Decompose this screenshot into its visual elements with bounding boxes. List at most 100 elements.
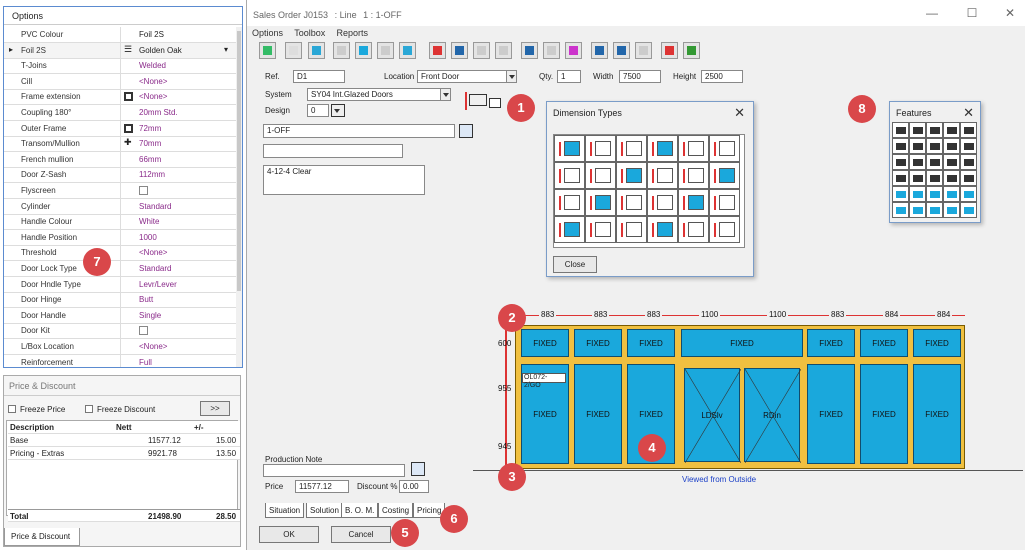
option-row[interactable]: Transom/Mullion ✚ 70mm	[4, 136, 236, 153]
feature-option[interactable]	[943, 202, 960, 218]
feature-option[interactable]	[926, 186, 943, 202]
toolbar-button-icon[interactable]	[683, 42, 700, 59]
dimension-type-option[interactable]	[647, 162, 678, 189]
qty-input[interactable]: 1	[557, 70, 581, 83]
dimension-type-option[interactable]	[616, 135, 647, 162]
feature-option[interactable]	[926, 138, 943, 154]
option-value[interactable]: 1000	[139, 233, 157, 242]
feature-option[interactable]	[909, 138, 926, 154]
option-value[interactable]: Welded	[139, 61, 166, 70]
feature-option[interactable]	[892, 122, 909, 138]
maximize-button[interactable]: ☐	[960, 6, 984, 22]
tab-situation[interactable]: Situation	[265, 503, 305, 518]
option-row[interactable]: Reinforcement Full	[4, 354, 236, 367]
option-value[interactable]: <None>	[139, 77, 167, 86]
height-input[interactable]: 2500	[701, 70, 743, 83]
feature-option[interactable]	[926, 122, 943, 138]
fixed-pane[interactable]: FIXED	[627, 329, 675, 357]
option-row[interactable]: Door Lock Type Standard	[4, 261, 236, 277]
tab-solution[interactable]: Solution	[306, 503, 343, 518]
feature-option[interactable]	[926, 170, 943, 186]
feature-option[interactable]	[892, 170, 909, 186]
option-value[interactable]: 72mm	[139, 124, 161, 133]
dimension-type-icon[interactable]	[461, 90, 503, 112]
feature-option[interactable]	[960, 138, 977, 154]
option-row[interactable]: Door Z-Sash 112mm	[4, 167, 236, 184]
dimension-type-option[interactable]	[678, 189, 709, 216]
option-value[interactable]: Butt	[139, 295, 153, 304]
option-row[interactable]: Handle Position 1000	[4, 229, 236, 246]
option-row[interactable]: Threshold <None>	[4, 245, 236, 262]
toolbar-button-icon[interactable]	[429, 42, 446, 59]
feature-option[interactable]	[960, 122, 977, 138]
dimension-type-option[interactable]	[554, 189, 585, 216]
door-left-pane[interactable]: LDSlv	[684, 368, 741, 463]
option-value[interactable]: Standard	[139, 202, 171, 211]
toolbar-button-icon[interactable]	[521, 42, 538, 59]
option-row[interactable]: Door Handle Single	[4, 307, 236, 324]
toolbar-button-icon[interactable]	[473, 42, 490, 59]
table-row[interactable]: Pricing - Extras 9921.78 13.50	[8, 447, 240, 460]
feature-option[interactable]	[960, 186, 977, 202]
option-value[interactable]: White	[139, 217, 159, 226]
price-input[interactable]: 11577.12	[295, 480, 349, 493]
option-value[interactable]: 112mm	[139, 170, 165, 179]
fixed-pane[interactable]: FIXED	[521, 329, 569, 357]
fixed-pane[interactable]: FIXED	[681, 329, 803, 357]
dimension-type-option[interactable]	[647, 135, 678, 162]
menu-options[interactable]: Options	[252, 28, 283, 38]
options-scrollbar[interactable]	[236, 27, 242, 367]
design-dropdown[interactable]	[331, 104, 345, 117]
feature-option[interactable]	[926, 202, 943, 218]
feature-option[interactable]	[909, 202, 926, 218]
production-note-input[interactable]	[263, 464, 405, 477]
feature-option[interactable]	[960, 154, 977, 170]
menu-reports[interactable]: Reports	[337, 28, 369, 38]
option-row[interactable]: T-Joins Welded	[4, 58, 236, 75]
dimension-type-option[interactable]	[709, 162, 740, 189]
option-value[interactable]: 66mm	[139, 155, 161, 164]
option-row[interactable]: Flyscreen	[4, 183, 236, 199]
tab-bom[interactable]: B. O. M.	[341, 503, 379, 518]
toolbar-button-icon[interactable]	[399, 42, 416, 59]
option-row[interactable]: Cill <None>	[4, 73, 236, 90]
toolbar-button-icon[interactable]	[565, 42, 582, 59]
toolbar-button-icon[interactable]	[613, 42, 630, 59]
fixed-pane[interactable]: FIXED	[807, 329, 855, 357]
toolbar-button-icon[interactable]	[355, 42, 372, 59]
dimension-type-option[interactable]	[616, 162, 647, 189]
dimension-close-button[interactable]: Close	[553, 256, 597, 273]
dimension-type-option[interactable]	[585, 135, 616, 162]
toolbar-button-icon[interactable]	[333, 42, 350, 59]
toolbar-button-icon[interactable]	[543, 42, 560, 59]
door-right-pane[interactable]: RDin	[744, 368, 801, 463]
minimize-button[interactable]: —	[920, 6, 944, 22]
feature-option[interactable]	[943, 154, 960, 170]
option-row[interactable]: Outer Frame 72mm	[4, 120, 236, 137]
feature-option[interactable]	[960, 202, 977, 218]
tab-price-discount[interactable]: Price & Discount	[4, 528, 80, 546]
dimension-type-option[interactable]	[585, 189, 616, 216]
dimension-type-option[interactable]	[616, 189, 647, 216]
option-row[interactable]: PVC Colour Foil 2S	[4, 27, 236, 43]
toolbar-button-icon[interactable]	[308, 42, 325, 59]
feature-option[interactable]	[892, 138, 909, 154]
option-row[interactable]: L/Box Location <None>	[4, 339, 236, 355]
option-checkbox[interactable]	[139, 326, 148, 336]
tab-costing[interactable]: Costing	[378, 503, 414, 518]
option-value[interactable]: 20mm Std.	[139, 108, 178, 117]
menu-toolbox[interactable]: Toolbox	[294, 28, 325, 38]
ok-button[interactable]: OK	[259, 526, 319, 543]
option-row[interactable]: Coupling 180° 20mm Std.	[4, 105, 236, 121]
dimension-type-option[interactable]	[678, 135, 709, 162]
option-value[interactable]: Levr/Lever	[139, 280, 177, 289]
option-checkbox[interactable]	[139, 186, 148, 195]
dimension-type-option[interactable]	[678, 162, 709, 189]
dimension-type-option[interactable]	[585, 162, 616, 189]
option-value[interactable]: 70mm	[139, 139, 161, 148]
feature-option[interactable]	[960, 170, 977, 186]
feature-option[interactable]	[892, 154, 909, 170]
option-value[interactable]: Foil 2S	[139, 30, 164, 39]
dimension-type-option[interactable]	[554, 162, 585, 189]
dimension-type-option[interactable]	[678, 216, 709, 243]
